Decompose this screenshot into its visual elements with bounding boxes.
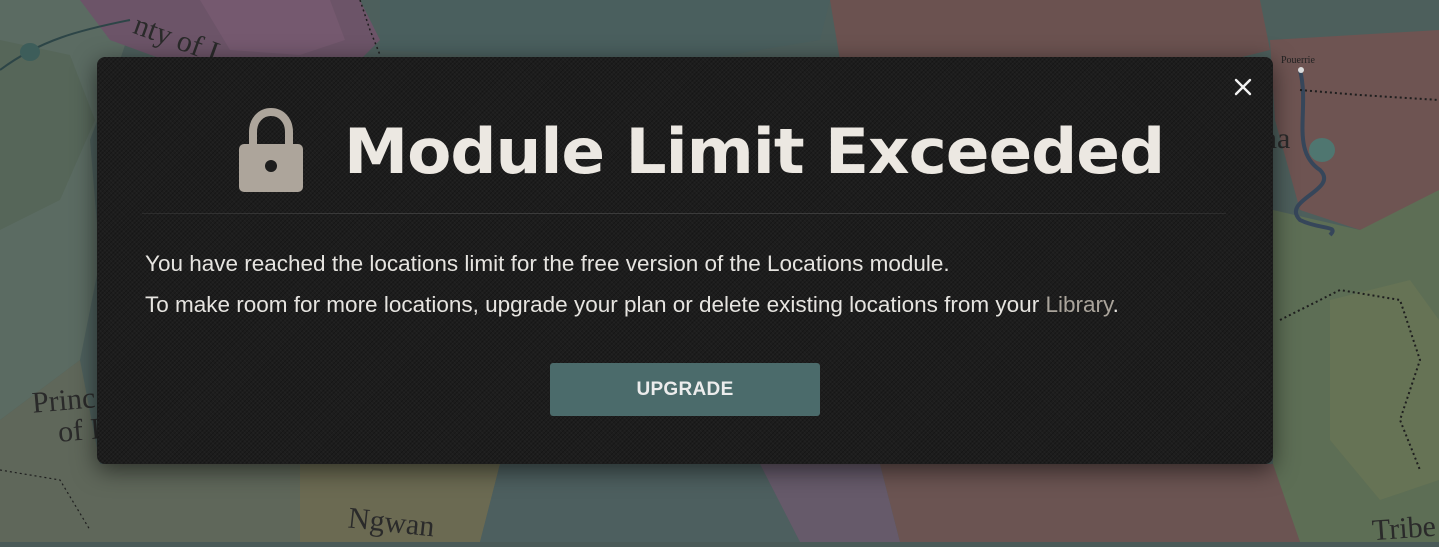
modal-title: Module Limit Exceeded xyxy=(343,114,1165,188)
upgrade-button[interactable]: UPGRADE xyxy=(550,363,820,416)
message-line-2-end: . xyxy=(1112,292,1119,317)
close-button[interactable] xyxy=(1231,75,1255,99)
modal-header: Module Limit Exceeded xyxy=(97,107,1273,195)
map-label-of: of I xyxy=(56,412,102,449)
library-link[interactable]: Library xyxy=(1045,292,1112,317)
message-line-2-text: To make room for more locations, upgrade… xyxy=(145,292,1046,317)
message-line-1: You have reached the locations limit for… xyxy=(145,251,950,276)
module-limit-modal: Module Limit Exceeded You have reached t… xyxy=(97,57,1273,464)
close-icon[interactable] xyxy=(1231,75,1255,99)
lock-icon xyxy=(238,108,303,192)
message-line-2: To make room for more locations, upgrade… xyxy=(145,284,1235,325)
header-divider xyxy=(142,213,1226,214)
map-label-pouerrie: Pouerrie xyxy=(1281,55,1315,66)
map-label-tribe: Tribe xyxy=(1370,509,1437,547)
modal-message: You have reached the locations limit for… xyxy=(145,243,1235,325)
